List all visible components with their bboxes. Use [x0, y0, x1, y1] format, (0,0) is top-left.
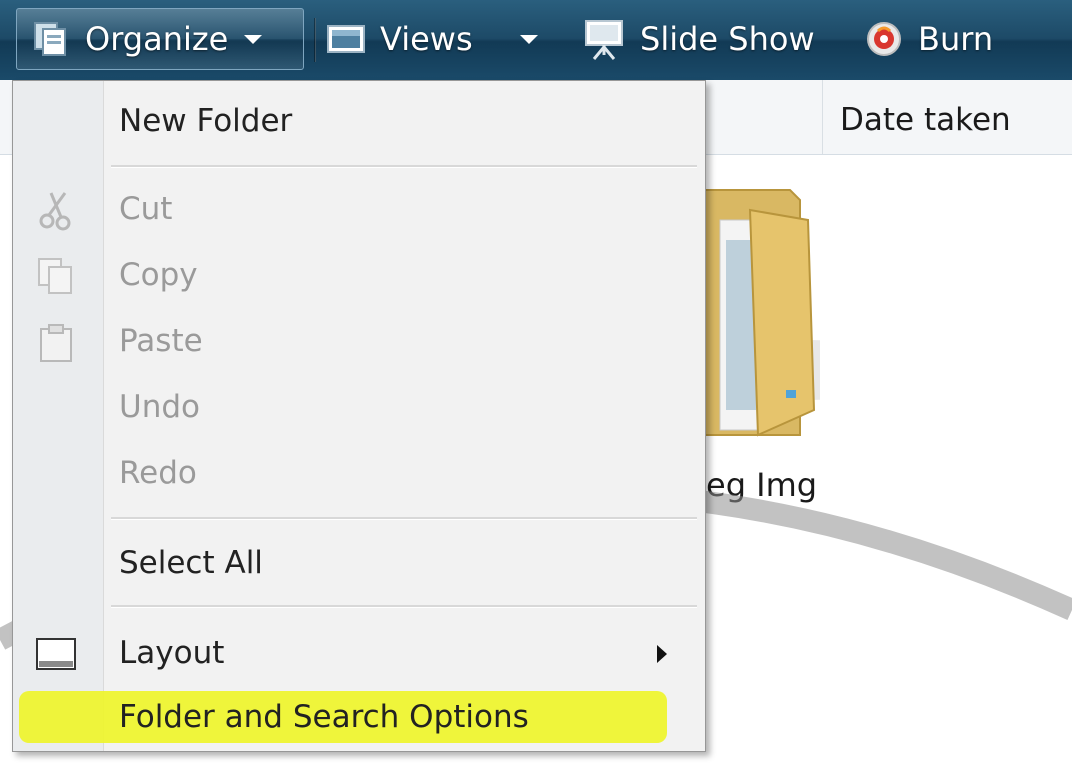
menu-item-label: Redo — [119, 455, 197, 491]
folder-icon[interactable] — [690, 180, 820, 450]
menu-item-label: Layout — [119, 635, 225, 671]
views-icon — [327, 25, 365, 53]
toolbar-separator — [314, 18, 316, 62]
slide-show-button[interactable]: Slide Show — [582, 8, 815, 70]
menu-item-label: Undo — [119, 389, 200, 425]
menu-item-paste[interactable]: Paste — [13, 311, 705, 371]
menu-item-label: Copy — [119, 257, 198, 293]
menu-item-copy[interactable]: Copy — [13, 245, 705, 305]
menu-item-label: Folder and Search Options — [119, 699, 529, 735]
views-button[interactable]: Views — [326, 8, 473, 70]
views-dropdown-button[interactable] — [520, 8, 538, 70]
burn-icon — [867, 22, 901, 56]
organize-label: Organize — [85, 20, 229, 58]
slide-show-label: Slide Show — [640, 20, 815, 58]
views-label: Views — [380, 20, 473, 58]
column-header-date-taken[interactable]: Date taken — [840, 102, 1011, 138]
menu-item-label: Cut — [119, 191, 173, 227]
layout-icon — [36, 638, 76, 670]
command-bar: Organize Views Slide Show Burn — [0, 0, 1072, 80]
menu-item-layout[interactable]: Layout — [13, 623, 705, 683]
slideshow-icon — [585, 20, 623, 60]
menu-separator — [111, 605, 697, 608]
burn-label: Burn — [918, 20, 994, 58]
organize-icon — [34, 22, 66, 56]
menu-item-redo[interactable]: Redo — [13, 443, 705, 503]
chevron-down-icon — [520, 34, 538, 44]
menu-item-select-all[interactable]: Select All — [13, 533, 705, 593]
copy-icon — [38, 258, 72, 294]
organize-button[interactable]: Organize — [16, 8, 304, 70]
menu-separator — [111, 165, 697, 168]
menu-item-undo[interactable]: Undo — [13, 377, 705, 437]
chevron-right-icon — [657, 645, 667, 663]
chevron-down-icon — [244, 34, 263, 44]
clipboard-icon — [40, 324, 72, 362]
menu-separator — [111, 517, 697, 520]
scissors-icon — [39, 192, 71, 231]
burn-button[interactable]: Burn — [864, 8, 993, 70]
column-divider[interactable] — [822, 80, 823, 154]
menu-item-folder-and-search-options[interactable]: Folder and Search Options — [13, 687, 705, 747]
menu-item-label: New Folder — [119, 103, 293, 139]
menu-item-label: Select All — [119, 545, 263, 581]
folder-label[interactable]: eg Img — [706, 466, 817, 504]
menu-item-new-folder[interactable]: New Folder — [13, 91, 705, 151]
organize-menu: New Folder Cut Copy Paste Undo Redo Sele… — [12, 80, 706, 752]
menu-item-label: Paste — [119, 323, 203, 359]
menu-item-cut[interactable]: Cut — [13, 179, 705, 239]
